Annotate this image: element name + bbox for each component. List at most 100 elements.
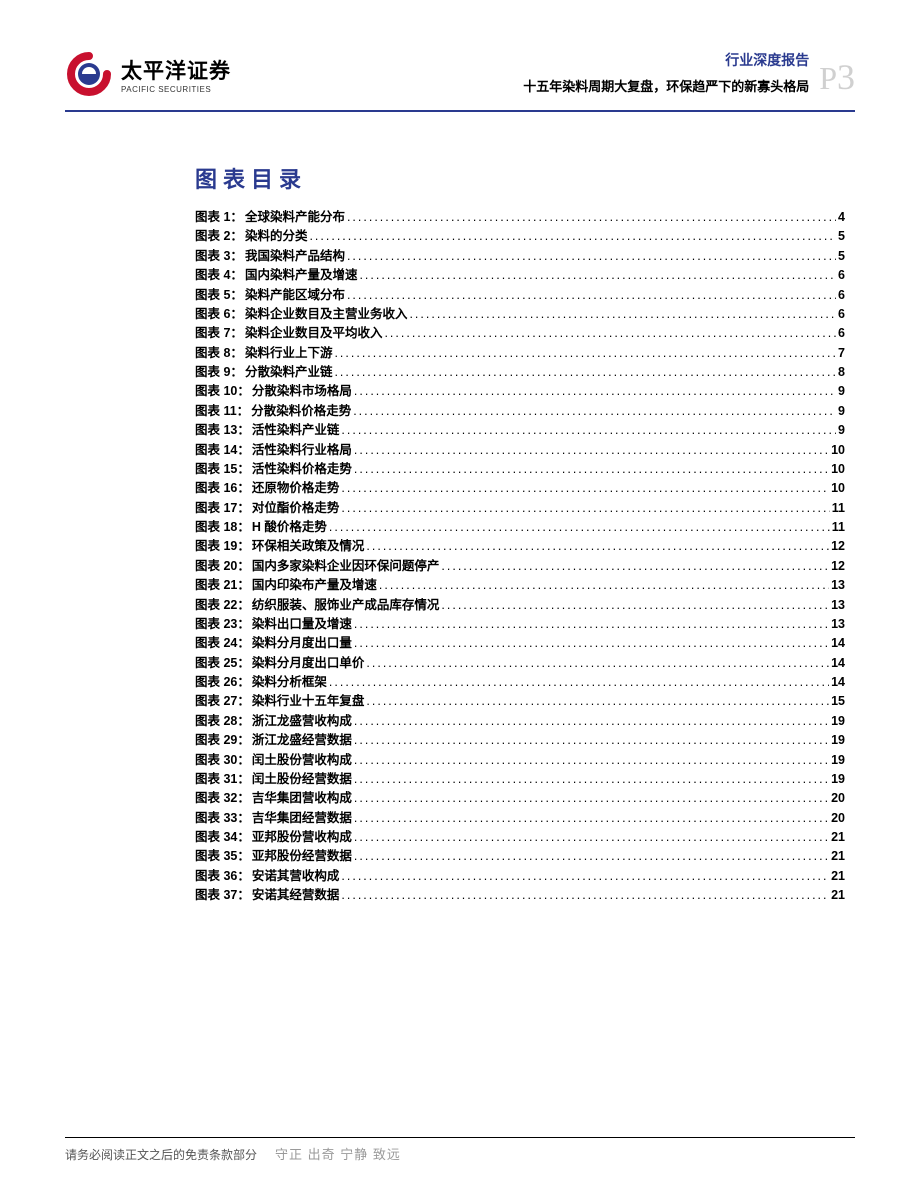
page-footer: 请务必阅读正文之后的免责条款部分 守正 出奇 宁静 致远 xyxy=(0,1127,920,1163)
toc-item: 图表 32：吉华集团营收构成20 xyxy=(195,789,845,808)
toc-item-title: 浙江龙盛营收构成 xyxy=(252,712,352,731)
document-page: 太平洋证券 PACIFIC SECURITIES 行业深度报告 十五年染料周期大… xyxy=(0,0,920,1191)
toc-item-title: 浙江龙盛经营数据 xyxy=(252,731,352,750)
toc-dots xyxy=(347,208,836,227)
toc-item-label: 图表 33： xyxy=(195,809,250,828)
toc-dots xyxy=(354,441,829,460)
toc-item: 图表 21：国内印染布产量及增速13 xyxy=(195,576,845,595)
toc-item-page: 12 xyxy=(831,557,845,576)
toc-item-page: 11 xyxy=(832,518,845,537)
toc-item-label: 图表 31： xyxy=(195,770,250,789)
page-number: P3 xyxy=(819,59,855,95)
toc-item-title: 活性染料价格走势 xyxy=(252,460,352,479)
toc-item-title: 我国染料产品结构 xyxy=(245,247,345,266)
toc-dots xyxy=(359,266,836,285)
toc-dots xyxy=(409,305,836,324)
toc-item-page: 19 xyxy=(831,712,845,731)
header-right: 行业深度报告 十五年染料周期大复盘，环保趋严下的新寡头格局 P3 xyxy=(523,50,855,95)
toc-item: 图表 28：浙江龙盛营收构成19 xyxy=(195,712,845,731)
toc-item-label: 图表 1： xyxy=(195,208,243,227)
toc-dots xyxy=(366,537,829,556)
toc-dots xyxy=(354,712,829,731)
toc-dots xyxy=(341,867,829,886)
toc-item-page: 13 xyxy=(831,596,845,615)
toc-item: 图表 26：染料分析框架 14 xyxy=(195,673,845,692)
logo-cn-text: 太平洋证券 xyxy=(121,55,231,85)
toc-item-label: 图表 6： xyxy=(195,305,243,324)
toc-item: 图表 15：活性染料价格走势10 xyxy=(195,460,845,479)
logo-text: 太平洋证券 PACIFIC SECURITIES xyxy=(121,55,231,94)
toc-item-page: 13 xyxy=(831,615,845,634)
toc-item-title: 纺织服装、服饰业产成品库存情况 xyxy=(252,596,440,615)
footer-line: 请务必阅读正文之后的免责条款部分 守正 出奇 宁静 致远 xyxy=(65,1137,855,1163)
page-header: 太平洋证券 PACIFIC SECURITIES 行业深度报告 十五年染料周期大… xyxy=(65,50,855,112)
toc-item: 图表 10：分散染料市场格局9 xyxy=(195,382,845,401)
toc-item-label: 图表 26： xyxy=(195,673,250,692)
toc-item-page: 19 xyxy=(831,731,845,750)
toc-dots xyxy=(341,886,829,905)
toc-item: 图表 9：分散染料产业链8 xyxy=(195,363,845,382)
toc-dots xyxy=(353,402,836,421)
toc-item: 图表 29：浙江龙盛经营数据19 xyxy=(195,731,845,750)
toc-item-page: 13 xyxy=(831,576,845,595)
toc-dots xyxy=(354,460,829,479)
toc-item-label: 图表 8： xyxy=(195,344,243,363)
toc-item: 图表 11：分散染料价格走势9 xyxy=(195,402,845,421)
toc-item-title: 染料行业十五年复盘 xyxy=(252,692,365,711)
toc-item: 图表 37：安诺其经营数据21 xyxy=(195,886,845,905)
toc-item-title: 活性染料行业格局 xyxy=(252,441,352,460)
toc-item-title: 染料行业上下游 xyxy=(245,344,333,363)
toc-item-page: 4 xyxy=(838,208,845,227)
toc-item: 图表 27：染料行业十五年复盘15 xyxy=(195,692,845,711)
toc-list: 图表 1：全球染料产能分布4图表 2：染料的分类5图表 3：我国染料产品结构5图… xyxy=(195,208,845,906)
toc-item-title: 染料产能区域分布 xyxy=(245,286,345,305)
toc-item-label: 图表 22： xyxy=(195,596,250,615)
toc-item: 图表 34：亚邦股份营收构成21 xyxy=(195,828,845,847)
toc-item-page: 21 xyxy=(831,828,845,847)
toc-item: 图表 2：染料的分类5 xyxy=(195,227,845,246)
toc-item-title: 染料企业数目及主营业务收入 xyxy=(245,305,408,324)
toc-item-label: 图表 10： xyxy=(195,382,250,401)
toc-item-title: 染料企业数目及平均收入 xyxy=(245,324,383,343)
toc-item-page: 11 xyxy=(832,499,845,518)
toc-dots xyxy=(354,770,829,789)
content-area: 图表目录 图表 1：全球染料产能分布4图表 2：染料的分类5图表 3：我国染料产… xyxy=(65,162,855,906)
toc-dots xyxy=(354,751,829,770)
toc-item: 图表 8：染料行业上下游 7 xyxy=(195,344,845,363)
toc-item-title: 国内多家染料企业因环保问题停产 xyxy=(252,557,440,576)
toc-item: 图表 35：亚邦股份经营数据21 xyxy=(195,847,845,866)
toc-item-page: 6 xyxy=(838,286,845,305)
toc-item: 图表 17：对位酯价格走势11 xyxy=(195,499,845,518)
toc-item-title: 闰土股份经营数据 xyxy=(252,770,352,789)
logo-block: 太平洋证券 PACIFIC SECURITIES xyxy=(65,50,231,98)
toc-item-label: 图表 13： xyxy=(195,421,250,440)
toc-item-page: 14 xyxy=(831,654,845,673)
toc-item-page: 14 xyxy=(831,673,845,692)
report-title: 十五年染料周期大复盘，环保趋严下的新寡头格局 xyxy=(523,76,809,95)
toc-item: 图表 30：闰土股份营收构成19 xyxy=(195,751,845,770)
toc-item-title: 闰土股份营收构成 xyxy=(252,751,352,770)
toc-dots xyxy=(441,596,829,615)
toc-item: 图表 22：纺织服装、服饰业产成品库存情况 13 xyxy=(195,596,845,615)
toc-item-title: 亚邦股份经营数据 xyxy=(252,847,352,866)
toc-item-label: 图表 11： xyxy=(195,402,249,421)
toc-item-label: 图表 4： xyxy=(195,266,243,285)
toc-dots xyxy=(347,247,836,266)
toc-item: 图表 1：全球染料产能分布4 xyxy=(195,208,845,227)
toc-item-label: 图表 3： xyxy=(195,247,243,266)
toc-item-page: 5 xyxy=(838,247,845,266)
toc-dots xyxy=(354,634,829,653)
toc-item-label: 图表 25： xyxy=(195,654,250,673)
header-right-text: 行业深度报告 十五年染料周期大复盘，环保趋严下的新寡头格局 xyxy=(523,50,809,95)
toc-dots xyxy=(366,654,829,673)
toc-dots xyxy=(366,692,829,711)
toc-item: 图表 3：我国染料产品结构 5 xyxy=(195,247,845,266)
toc-item-title: 染料分析框架 xyxy=(252,673,327,692)
toc-item-page: 7 xyxy=(838,344,845,363)
toc-item-page: 5 xyxy=(838,227,845,246)
toc-item-title: 安诺其经营数据 xyxy=(252,886,340,905)
toc-dots xyxy=(309,227,836,246)
toc-item-page: 6 xyxy=(838,305,845,324)
toc-dots xyxy=(341,499,829,518)
toc-item-label: 图表 35： xyxy=(195,847,250,866)
